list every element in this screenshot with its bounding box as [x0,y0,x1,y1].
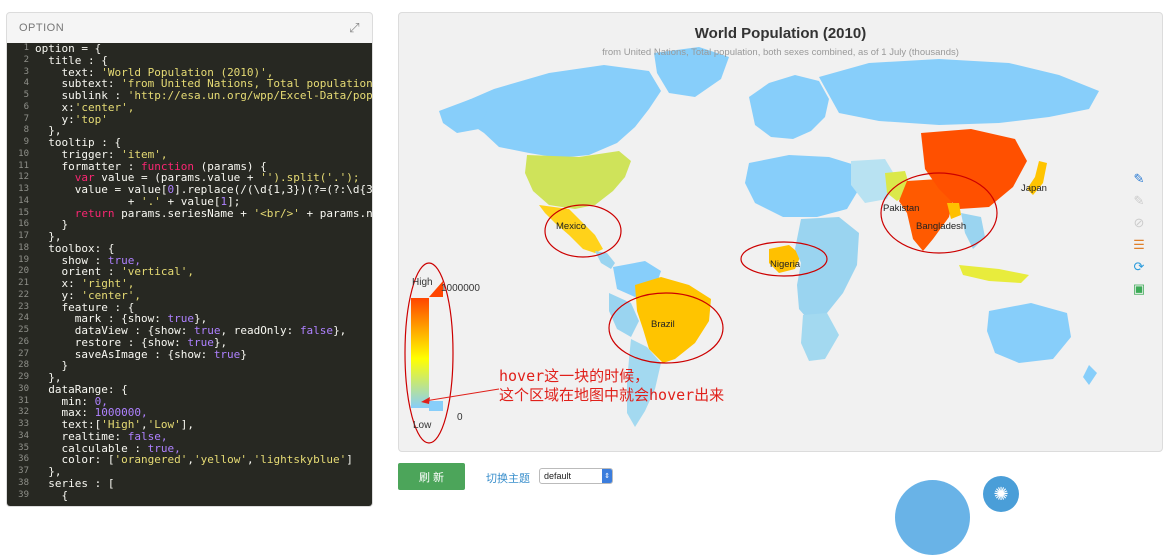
line-number: 24 [18,313,29,324]
code-line: 16 } [7,219,372,231]
map-region-russia[interactable] [819,59,1099,125]
code-editor[interactable]: 1 option = {2 title : {3 text: 'World Pop… [7,43,372,506]
line-number: 1 [23,43,29,53]
line-number: 17 [18,231,29,241]
map-region-usa[interactable] [525,151,631,209]
line-number: 13 [18,184,29,194]
data-range-max-label: 1000000 [441,283,480,294]
line-number: 39 [18,489,29,500]
code-line: 36 color: ['orangered','yellow','lightsk… [7,454,372,466]
country-label-nigeria: Nigeria [770,259,801,270]
line-number: 3 [23,66,29,77]
map-region-bangladesh[interactable] [947,203,961,219]
data-range-low-text: Low [413,420,432,431]
restore-icon[interactable]: ⟳ [1130,259,1148,275]
code-text: return params.seriesName + '<br/>' + par… [35,206,372,220]
data-range-high-text: High [412,277,433,288]
map-region-new-zealand[interactable] [1083,365,1097,385]
code-line: 7 y:'top' [7,113,372,126]
line-number: 6 [23,101,29,112]
line-number: 5 [23,90,29,100]
line-number: 15 [18,207,29,218]
editor-header: OPTION ⤢ [7,13,372,43]
map-region-southern-africa[interactable] [801,313,839,361]
line-number: 27 [18,348,29,359]
chart-title: World Population (2010) [694,25,867,42]
save-image-icon[interactable]: ▣ [1130,281,1148,297]
code-text: color: ['orangered','yellow','lightskybl… [35,453,353,467]
line-number: 14 [18,195,29,206]
map-region-canada[interactable] [457,65,661,158]
line-number: 38 [18,477,29,488]
line-number: 37 [18,466,29,476]
line-number: 33 [18,419,29,429]
line-number: 22 [18,289,29,300]
chart-toolbox: ✎ ✎ ⊘ ☰ ⟳ ▣ [1130,171,1148,297]
line-number: 11 [18,160,29,171]
line-number: 9 [23,137,29,147]
refresh-button[interactable]: 刷 新 [398,463,465,490]
editor-title: OPTION [19,22,65,34]
annotation-arrow [424,388,500,402]
select-arrow-icon: ⇕ [602,469,612,483]
line-number: 12 [18,172,29,183]
data-range-bar[interactable] [411,298,429,408]
mark-icon[interactable]: ✎ [1130,171,1148,187]
line-number: 2 [23,54,29,65]
map-region-europe[interactable] [749,75,829,139]
line-number: 19 [18,254,29,265]
code-line: 39 { [7,488,372,502]
line-number: 36 [18,454,29,465]
map-region-north-africa[interactable] [745,155,859,217]
code-text: { [35,488,69,502]
expand-icon[interactable]: ⤢ [349,20,360,36]
mark-undo-icon[interactable]: ✎ [1130,193,1148,209]
chart-subtitle[interactable]: from United Nations, Total population, b… [399,47,1162,58]
chart-panel: World Population (2010) from United Nati… [398,12,1163,452]
country-label-pakistan: Pakistan [883,203,920,214]
line-number: 18 [18,242,29,253]
data-view-icon[interactable]: ☰ [1130,237,1148,253]
data-range-min-label: 0 [457,412,463,423]
line-number: 10 [18,148,29,159]
annotation-text: hover这一块的时候， 这个区域在地图中就会hover出来 [499,367,724,405]
option-editor-panel: OPTION ⤢ 1 option = {2 title : {3 text: '… [6,12,373,507]
annotation-line-2: 这个区域在地图中就会hover出来 [499,386,725,404]
map-region-indonesia[interactable] [959,265,1029,283]
line-number: 7 [23,113,29,124]
line-number: 28 [18,360,29,371]
code-line: 28 } [7,360,372,372]
map-region-central-africa[interactable] [795,217,859,323]
line-number: 35 [18,442,29,453]
mark-clear-icon[interactable]: ⊘ [1130,215,1148,231]
decorative-circle [895,480,970,555]
country-label-japan: Japan [1021,183,1047,194]
map-region-australia[interactable] [987,303,1071,363]
theme-select[interactable]: default ⇕ [539,468,613,484]
line-number: 16 [18,219,29,230]
line-number: 29 [18,372,29,382]
line-number: 34 [18,430,29,441]
country-label-mexico: Mexico [556,221,587,232]
line-number: 4 [23,78,29,89]
line-number: 26 [18,336,29,347]
theme-select-value: default [544,471,572,481]
country-label-brazil: Brazil [651,319,675,330]
country-label-bangladesh: Bangladesh [916,221,967,232]
line-number: 32 [18,407,29,418]
line-number: 8 [23,125,29,136]
line-number: 25 [18,325,29,335]
data-range-handle-bottom[interactable] [429,401,443,411]
switch-theme-label[interactable]: 切换主题 [486,470,530,486]
line-number: 23 [18,301,29,312]
line-number: 21 [18,278,29,288]
annotation-line-1: hover这一块的时候， [499,367,650,385]
line-number: 30 [18,383,29,394]
line-number: 31 [18,395,29,406]
map-region-central-america[interactable] [595,251,615,269]
line-number: 20 [18,266,29,277]
